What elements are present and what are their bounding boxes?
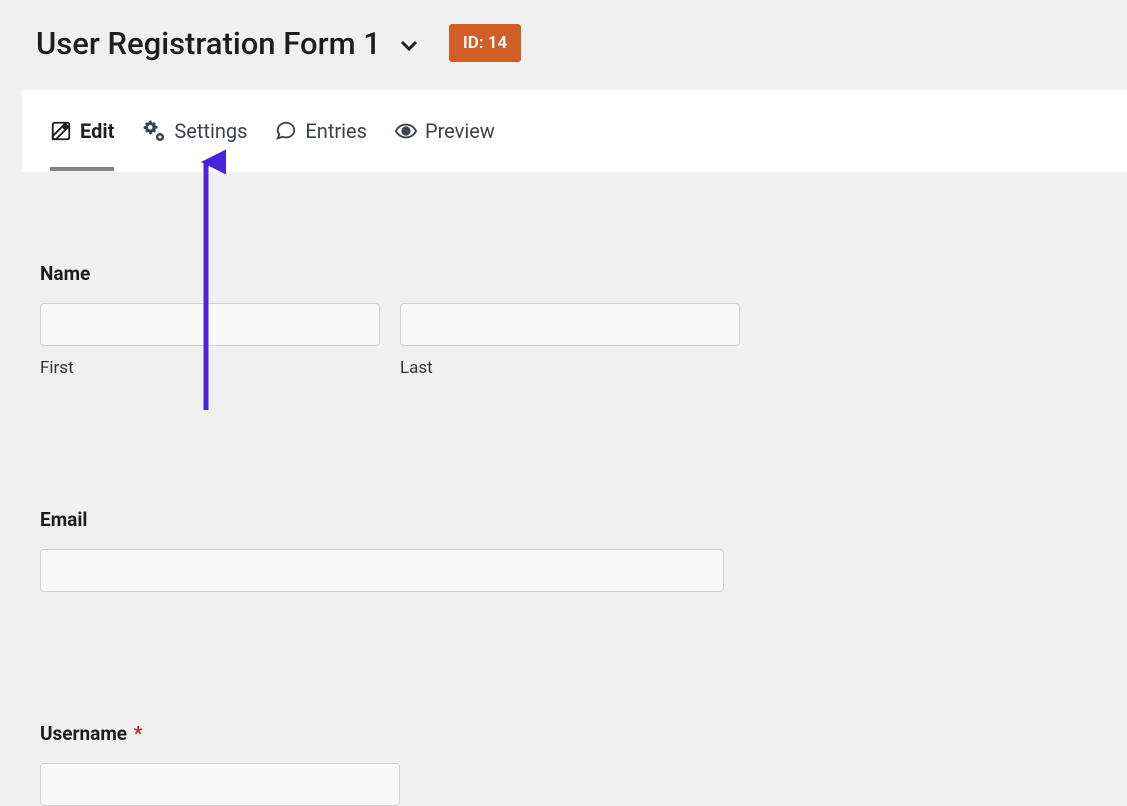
tab-label: Entries [305, 119, 367, 143]
field-username: Username * [40, 722, 1087, 806]
tab-label: Settings [174, 119, 247, 143]
first-name-sublabel: First [40, 358, 380, 378]
last-name-input[interactable] [400, 303, 740, 346]
field-label-name: Name [40, 262, 1087, 285]
username-label-text: Username [40, 722, 127, 745]
field-name: Name First Last [40, 262, 1087, 378]
required-asterisk: * [134, 722, 143, 745]
tab-label: Preview [425, 119, 495, 143]
page-header: User Registration Form 1 ID: 14 [0, 0, 1127, 90]
last-name-column: Last [400, 303, 740, 378]
tab-settings[interactable]: Settings [142, 119, 247, 143]
form-preview-area: Name First Last Email Username * [0, 172, 1127, 806]
name-row: First Last [40, 303, 1087, 378]
tab-entries[interactable]: Entries [275, 119, 367, 143]
form-toolbar: Edit Settings Entries Preview [22, 90, 1127, 172]
gear-icon [142, 119, 166, 143]
field-label-username: Username * [40, 722, 1087, 745]
eye-icon [395, 120, 417, 142]
form-title: User Registration Form 1 [36, 25, 381, 62]
field-email: Email [40, 508, 1087, 592]
chevron-down-icon [397, 33, 421, 57]
username-input[interactable] [40, 763, 400, 806]
first-name-input[interactable] [40, 303, 380, 346]
email-input[interactable] [40, 549, 724, 592]
tab-edit[interactable]: Edit [50, 119, 114, 143]
first-name-column: First [40, 303, 380, 378]
form-switcher-dropdown[interactable] [397, 33, 421, 57]
field-label-email: Email [40, 508, 1087, 531]
last-name-sublabel: Last [400, 358, 740, 378]
edit-icon [50, 120, 72, 142]
form-id-badge: ID: 14 [449, 24, 521, 62]
tab-preview[interactable]: Preview [395, 119, 495, 143]
tab-label: Edit [80, 119, 114, 143]
comment-icon [275, 120, 297, 142]
